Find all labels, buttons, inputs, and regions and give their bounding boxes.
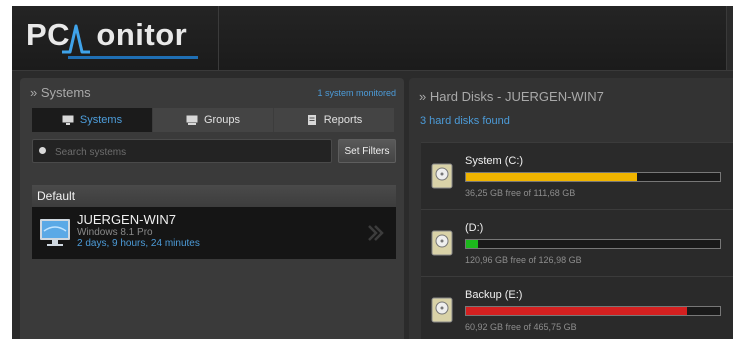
disk-row[interactable]: System (C:) 36,25 GB free of 111,68 GB: [421, 142, 733, 209]
disk-usage-fill: [466, 173, 638, 181]
disk-usage-bar: [465, 239, 721, 249]
system-uptime: 2 days, 9 hours, 24 minutes: [77, 238, 200, 249]
disk-row[interactable]: Backup (E:) 60,92 GB free of 465,75 GB: [421, 276, 733, 339]
groups-icon: [186, 115, 198, 125]
pc-monitor-app: PCMonitor » Systems 1 system monitored S…: [12, 6, 733, 339]
hard-disks-panel: » Hard Disks - JUERGEN-WIN7 3 hard disks…: [409, 78, 733, 339]
systems-monitored-count: 1 system monitored: [317, 88, 396, 98]
monitor-icon: [62, 115, 74, 125]
disk-usage-fill: [466, 240, 478, 248]
tab-reports-label: Reports: [323, 114, 363, 126]
app-logo[interactable]: PCMonitor: [12, 6, 219, 70]
system-row[interactable]: JUERGEN-WIN7 Windows 8.1 Pro 2 days, 9 h…: [32, 207, 396, 259]
disk-row[interactable]: (D:) 120,96 GB free of 126,98 GB: [421, 209, 733, 276]
disk-name: Backup (E:): [465, 289, 523, 301]
search-box: [32, 139, 332, 163]
computer-monitor-icon: [40, 219, 70, 246]
systems-panel: » Systems 1 system monitored Systems Gro…: [20, 78, 404, 339]
disk-free-space: 60,92 GB free of 465,75 GB: [465, 322, 577, 332]
disk-usage-fill: [466, 307, 687, 315]
hard-disk-icon: [431, 230, 453, 256]
header-edge: [726, 6, 733, 70]
search-input[interactable]: [53, 142, 327, 162]
hard-disks-found: 3 hard disks found: [420, 115, 510, 127]
search-icon: [39, 147, 46, 154]
tab-reports[interactable]: Reports: [274, 108, 394, 132]
disk-name: (D:): [465, 222, 484, 234]
logo-underline: [68, 56, 198, 59]
document-icon: [307, 115, 316, 125]
systems-panel-title: » Systems: [30, 85, 91, 100]
tab-systems[interactable]: Systems: [32, 108, 153, 132]
systems-tabs: Systems Groups Reports: [32, 108, 394, 132]
group-header-default[interactable]: Default: [32, 185, 396, 207]
hard-disk-icon: [431, 163, 453, 189]
chevron-right-icon[interactable]: [366, 223, 386, 243]
logo-rest: onitor: [96, 17, 188, 52]
tab-groups-label: Groups: [203, 114, 241, 126]
disk-usage-bar: [465, 306, 721, 316]
hard-disks-title: » Hard Disks - JUERGEN-WIN7: [419, 89, 604, 104]
app-header: PCMonitor: [12, 6, 733, 71]
system-name: JUERGEN-WIN7: [77, 212, 176, 227]
hard-disk-icon: [431, 297, 453, 323]
system-os: Windows 8.1 Pro: [77, 227, 153, 238]
disk-free-space: 36,25 GB free of 111,68 GB: [465, 188, 576, 198]
disk-usage-bar: [465, 172, 721, 182]
disk-name: System (C:): [465, 155, 524, 167]
set-filters-button[interactable]: Set Filters: [338, 139, 396, 163]
logo-text: PCMonitor: [26, 17, 187, 53]
tab-systems-label: Systems: [79, 114, 123, 126]
logo-pulse-icon: [62, 24, 90, 54]
tab-groups[interactable]: Groups: [153, 108, 274, 132]
disk-free-space: 120,96 GB free of 126,98 GB: [465, 255, 582, 265]
